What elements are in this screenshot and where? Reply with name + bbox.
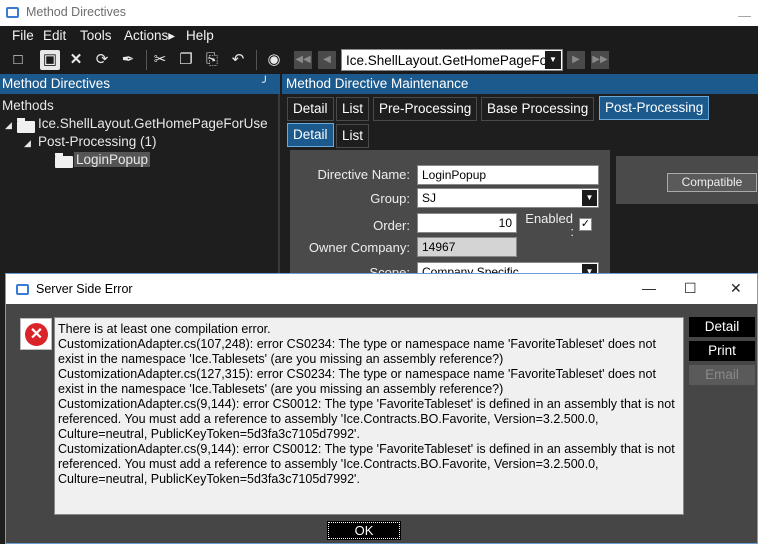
order-field[interactable]: 10 [417, 213, 517, 233]
menu-bar: File Edit Tools Actions▸ Help [0, 26, 758, 46]
ok-button[interactable]: OK [327, 521, 401, 540]
dialog-title: Server Side Error [36, 282, 133, 296]
method-combo-value: Ice.ShellLayout.GetHomePageForUs [346, 53, 546, 68]
menu-actions[interactable]: Actions▸ [124, 28, 175, 44]
close-icon[interactable]: ✕ [730, 280, 742, 297]
left-panel-header: Method Directives ╯ [0, 74, 280, 94]
collapse-arrow-icon[interactable]: ◢ [24, 138, 31, 149]
window-titlebar: Method Directives — [0, 0, 758, 26]
tab-pre-processing[interactable]: Pre-Processing [373, 97, 478, 121]
error-line: CustomizationAdapter.cs(127,315): error … [58, 367, 656, 396]
owner-company-label: Owner Company: [308, 240, 410, 255]
email-button[interactable]: Email [689, 365, 755, 385]
group-select-value: SJ [422, 191, 437, 205]
error-line: CustomizationAdapter.cs(107,248): error … [58, 337, 656, 366]
error-line: CustomizationAdapter.cs(9,144): error CS… [58, 397, 675, 441]
copy-icon[interactable]: ❐ [176, 50, 196, 70]
prev-icon[interactable]: ◀ [318, 51, 336, 69]
owner-company-field: 14967 [417, 237, 517, 257]
directive-name-field[interactable]: LoginPopup [417, 165, 599, 185]
chevron-down-icon[interactable]: ▼ [582, 190, 597, 206]
menu-tools[interactable]: Tools [80, 28, 112, 43]
maximize-icon[interactable]: ☐ [684, 280, 697, 297]
tree-root-methods[interactable]: Methods [2, 98, 54, 113]
new-icon[interactable]: □ [8, 50, 28, 70]
directive-name-label: Directive Name: [317, 167, 410, 182]
tree-item-method[interactable]: Ice.ShellLayout.GetHomePageForUse [38, 116, 268, 131]
refresh-icon[interactable]: ⟳ [92, 50, 112, 70]
group-label: Group: [370, 191, 410, 206]
error-message-box[interactable]: There is at least one compilation error.… [54, 317, 684, 515]
binoculars-icon[interactable]: ◉ [264, 50, 284, 70]
tab-list[interactable]: List [336, 97, 370, 121]
subtab-list[interactable]: List [336, 124, 370, 148]
menu-file[interactable]: File [12, 28, 34, 43]
error-icon: ✕ [20, 318, 52, 350]
subtab-detail[interactable]: Detail [287, 123, 334, 147]
undo-icon[interactable]: ↶ [228, 50, 248, 70]
tree-item-directive[interactable]: LoginPopup [74, 152, 151, 167]
folder-icon [17, 118, 35, 133]
left-panel-title: Method Directives [2, 76, 111, 91]
app-icon [6, 7, 19, 18]
error-line: CustomizationAdapter.cs(9,144): error CS… [58, 442, 675, 486]
tab-base-processing[interactable]: Base Processing [481, 97, 595, 121]
next-icon[interactable]: ▶ [567, 51, 585, 69]
right-panel-title: Method Directive Maintenance [286, 76, 469, 91]
chevron-down-icon[interactable]: ▼ [545, 51, 561, 69]
enabled-label-colon: : [570, 224, 574, 239]
error-dialog: Server Side Error — ☐ ✕ ✕ There is at le… [5, 273, 758, 544]
folder-icon [55, 153, 73, 168]
clear-icon[interactable]: ✒ [118, 50, 138, 70]
first-icon[interactable]: ◀◀ [294, 51, 312, 69]
order-label: Order: [373, 218, 410, 233]
tree-item-group[interactable]: Post-Processing (1) [38, 134, 157, 149]
toolbar-separator [146, 50, 147, 70]
compatible-button[interactable]: Compatible [667, 173, 757, 192]
menu-help[interactable]: Help [186, 28, 214, 43]
menu-edit[interactable]: Edit [43, 28, 66, 43]
error-line: There is at least one compilation error. [58, 322, 271, 336]
last-icon[interactable]: ▶▶ [591, 51, 609, 69]
method-combo[interactable]: Ice.ShellLayout.GetHomePageForUs ▼ [341, 49, 563, 71]
error-x-icon: ✕ [25, 323, 48, 346]
delete-icon[interactable]: ✕ [66, 50, 86, 70]
window-title: Method Directives [26, 5, 127, 19]
enabled-checkbox[interactable]: ✓ [579, 218, 592, 231]
collapse-arrow-icon[interactable]: ◢ [5, 120, 12, 131]
paste-icon[interactable]: ⎘ [202, 50, 222, 70]
detail-button[interactable]: Detail [689, 317, 755, 337]
dialog-titlebar: Server Side Error — ☐ ✕ [6, 274, 757, 304]
app-icon [16, 284, 29, 295]
minimize-icon[interactable]: — [642, 280, 656, 296]
minimize-icon[interactable]: — [738, 8, 751, 23]
print-button[interactable]: Print [689, 341, 755, 361]
pin-icon[interactable]: ╯ [262, 76, 269, 89]
group-select[interactable]: SJ ▼ [417, 188, 599, 208]
tab-detail[interactable]: Detail [287, 97, 334, 121]
toolbar-separator [256, 50, 257, 70]
cut-icon[interactable]: ✂ [150, 50, 170, 70]
save-icon[interactable]: ▣ [40, 50, 60, 70]
tab-post-processing[interactable]: Post-Processing [599, 96, 710, 120]
right-panel-header: Method Directive Maintenance [282, 74, 758, 94]
